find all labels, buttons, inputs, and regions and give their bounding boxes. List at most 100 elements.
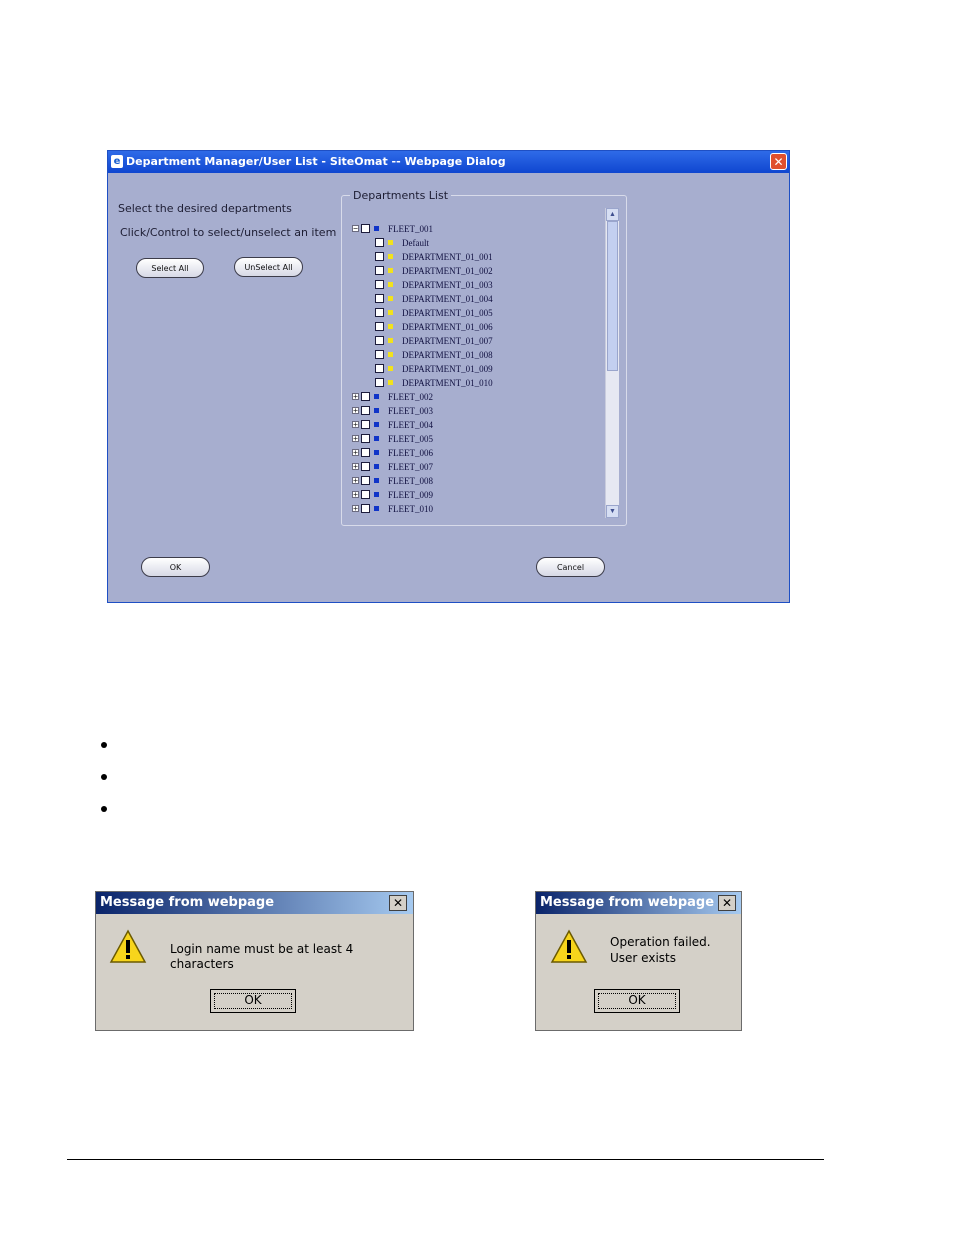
fleet-color-icon [374,422,379,427]
message-box-title: Message from webpage ✕ [96,892,413,914]
tree-item-label: FLEET_002 [388,392,433,402]
message-box-title-text: Message from webpage [540,895,715,910]
ok-button[interactable]: OK [141,557,210,577]
expand-icon[interactable]: + [352,505,359,513]
tree-checkbox[interactable] [361,434,370,443]
tree-item-label: DEPARTMENT_01_010 [402,378,493,388]
tree-checkbox[interactable] [361,490,370,499]
instruction-click: Click/Control to select/unselect an item [120,226,337,239]
instruction-select: Select the desired departments [118,202,292,215]
tree-item-label: DEPARTMENT_01_003 [402,280,493,290]
tree-item-label: FLEET_006 [388,448,433,458]
fleet-color-icon [374,506,379,511]
tree-item-label: Default [402,238,429,248]
tree-checkbox[interactable] [375,350,384,359]
expand-icon[interactable]: + [352,491,359,499]
scroll-up-icon[interactable]: ▲ [606,208,619,221]
message-text-line1: Operation failed. [610,935,711,949]
tree-item-label: FLEET_004 [388,420,433,430]
tree-checkbox[interactable] [375,308,384,317]
ie-icon: e [111,155,123,168]
department-color-icon [388,324,393,329]
tree-checkbox[interactable] [375,294,384,303]
message-text-line2: User exists [610,951,676,965]
tree-checkbox[interactable] [361,406,370,415]
tree-checkbox[interactable] [361,392,370,401]
tree-checkbox[interactable] [361,462,370,471]
tree-checkbox[interactable] [375,266,384,275]
close-icon[interactable]: ✕ [770,153,787,170]
department-color-icon [388,366,393,371]
bullet-point [101,774,107,780]
warning-icon [109,929,147,963]
department-color-icon [388,352,393,357]
tree-item-label: DEPARTMENT_01_001 [402,252,493,262]
expand-icon[interactable]: + [352,421,359,429]
tree-item-label: FLEET_007 [388,462,433,472]
footer-divider [67,1159,824,1160]
tree-item-label: DEPARTMENT_01_005 [402,308,493,318]
expand-icon[interactable]: + [352,407,359,415]
tree-item-label: DEPARTMENT_01_004 [402,294,493,304]
dialog-title-bar: e Department Manager/User List - SiteOma… [108,151,789,173]
tree-checkbox[interactable] [361,476,370,485]
tree-checkbox[interactable] [361,448,370,457]
tree-checkbox[interactable] [361,420,370,429]
departments-list-title: Departments List [350,189,452,202]
fleet-color-icon [374,408,379,413]
message-box-title: Message from webpage ✕ [536,892,741,914]
close-icon[interactable]: ✕ [389,895,407,911]
expand-icon[interactable]: + [352,435,359,443]
department-color-icon [388,282,393,287]
department-color-icon [388,310,393,315]
close-icon[interactable]: ✕ [718,895,736,911]
cancel-button[interactable]: Cancel [536,557,605,577]
tree-checkbox[interactable] [375,322,384,331]
tree-checkbox[interactable] [361,504,370,513]
tree-checkbox[interactable] [375,238,384,247]
expand-icon[interactable]: + [352,393,359,401]
bullet-point [101,806,107,812]
fleet-color-icon [374,226,379,231]
tree-item-label: DEPARTMENT_01_002 [402,266,493,276]
tree-scrollbar[interactable]: ▲ ▼ [605,208,619,518]
ok-button[interactable]: OK [210,989,296,1013]
department-color-icon [388,254,393,259]
ok-button[interactable]: OK [594,989,680,1013]
tree-checkbox[interactable] [375,378,384,387]
collapse-icon[interactable]: − [352,225,359,233]
expand-icon[interactable]: + [352,449,359,457]
focus-rect [214,993,292,1009]
select-all-button[interactable]: Select All [136,258,204,278]
tree-item-label: DEPARTMENT_01_008 [402,350,493,360]
message-box-title-text: Message from webpage [100,895,275,910]
fleet-color-icon [374,464,379,469]
department-color-icon [388,268,393,273]
expand-icon[interactable]: + [352,463,359,471]
tree-checkbox[interactable] [375,364,384,373]
fleet-color-icon [374,478,379,483]
tree-item-label: FLEET_010 [388,504,433,514]
message-box-user-exists: Message from webpage ✕ Operation failed.… [535,891,742,1031]
unselect-all-button[interactable]: UnSelect All [234,257,303,277]
department-color-icon [388,380,393,385]
fleet-color-icon [374,436,379,441]
tree-item-label: DEPARTMENT_01_007 [402,336,493,346]
expand-icon[interactable]: + [352,477,359,485]
tree-item-label: DEPARTMENT_01_009 [402,364,493,374]
department-color-icon [388,338,393,343]
tree-checkbox[interactable] [375,336,384,345]
department-color-icon [388,296,393,301]
bullet-point [101,742,107,748]
scroll-down-icon[interactable]: ▼ [606,505,619,518]
warning-icon [550,929,588,963]
fleet-color-icon [374,394,379,399]
fleet-color-icon [374,492,379,497]
message-text: Login name must be at least 4 characters [170,942,354,971]
tree-item-label: FLEET_005 [388,434,433,444]
tree-checkbox[interactable] [375,252,384,261]
tree-checkbox[interactable] [361,224,370,233]
scroll-thumb[interactable] [607,221,618,371]
tree-item-label: DEPARTMENT_01_006 [402,322,493,332]
tree-checkbox[interactable] [375,280,384,289]
